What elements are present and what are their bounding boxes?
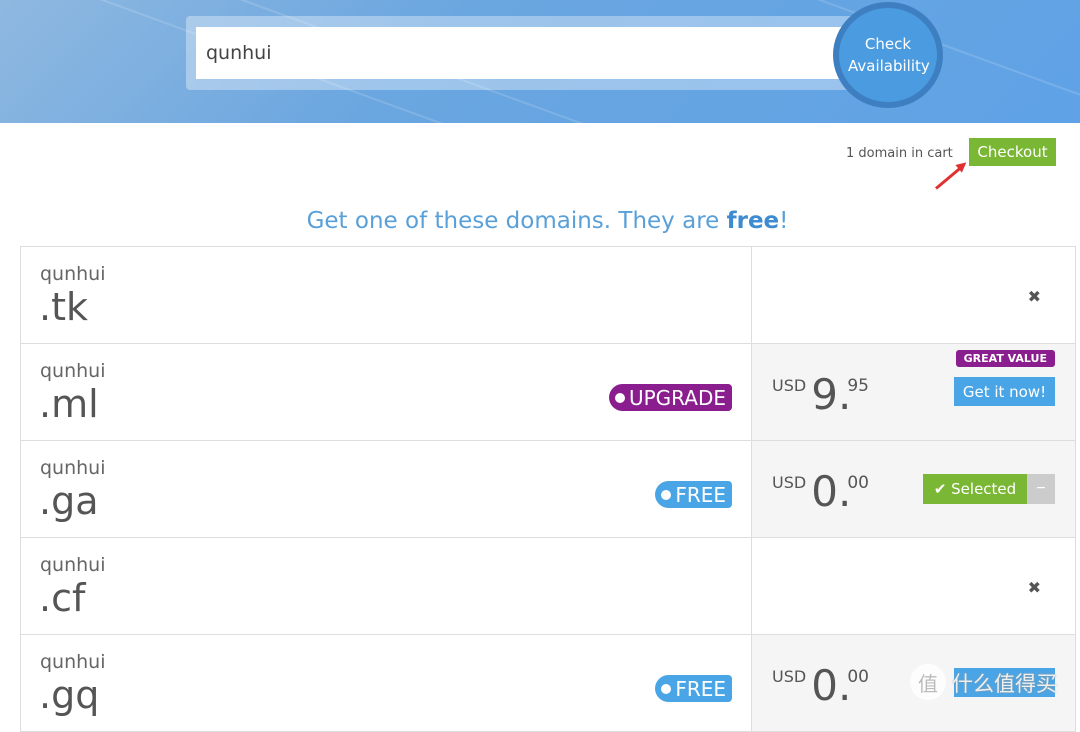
selected-button[interactable]: ✔ Selected (923, 474, 1027, 504)
domain-search-input[interactable] (196, 27, 876, 79)
page-headline: Get one of these domains. They are free! (306, 208, 789, 234)
annotation-arrow (935, 164, 965, 190)
check-availability-button[interactable]: Check Availability (833, 2, 943, 108)
upgrade-badge: UPGRADE (608, 384, 732, 411)
price: USD 9.95 (772, 370, 869, 419)
free-badge: FREE (655, 481, 732, 508)
domain-row-ml: qunhui .ml UPGRADE USD 9.95 GREAT VALUE G… (20, 344, 1076, 441)
great-value-tag: GREAT VALUE (955, 350, 1055, 367)
watermark: 什么值得买 (952, 672, 1057, 696)
domain-list: qunhui .tk ✖ qunhui .ml UPGRADE USD 9.95 G… (20, 246, 1076, 732)
cart-count: 1 domain in cart (846, 146, 953, 161)
remove-icon[interactable]: − (1027, 474, 1055, 504)
free-badge: FREE (655, 675, 732, 702)
domain-row-tk: qunhui .tk ✖ (20, 247, 1076, 344)
domain-row-cf: qunhui .cf ✖ (20, 538, 1076, 635)
checkout-button[interactable]: Checkout (969, 138, 1056, 166)
get-it-now-button[interactable]: Get it now! (954, 377, 1055, 406)
price: USD 0.00 (772, 661, 869, 710)
domain-row-ga: qunhui .ga FREE USD 0.00 ✔ Selected − (20, 441, 1076, 538)
price: USD 0.00 (772, 467, 869, 516)
close-icon: ✖ (1027, 287, 1041, 306)
close-icon: ✖ (1027, 578, 1041, 597)
watermark-logo-icon: 值 (910, 664, 946, 700)
